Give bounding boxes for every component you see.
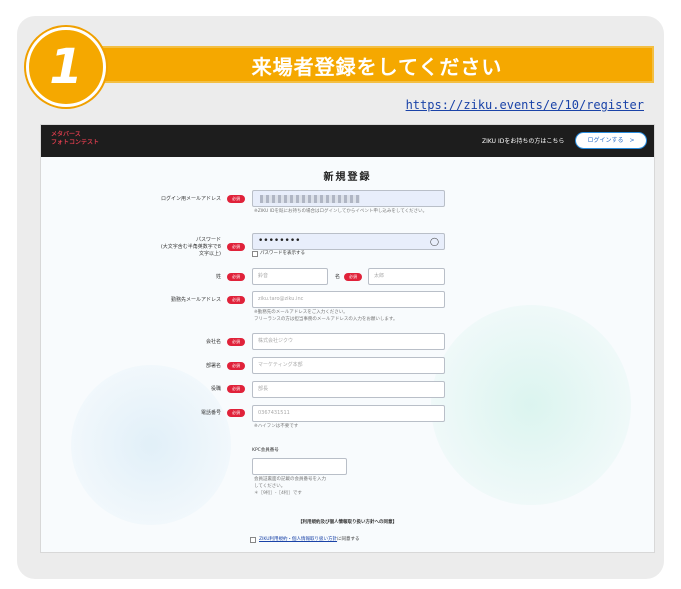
last-name-input[interactable]: 鈴音 <box>252 268 328 285</box>
department-input[interactable]: マーケティング本部 <box>252 357 445 374</box>
required-badge: 必須 <box>227 409 245 417</box>
terms-suffix: に同意する <box>337 537 360 542</box>
form-title: 新規登録 <box>323 172 372 183</box>
terms-agreement: ZIKU利用規約・個人情報取り扱い方針に同意する <box>259 537 360 543</box>
kpc-label: KPC会員番号 <box>252 448 279 453</box>
background-glow <box>431 305 631 505</box>
first-name-label: 名 <box>334 274 340 280</box>
register-url-link[interactable]: https://ziku.events/e/10/register <box>406 98 644 112</box>
work-email-hint: ※勤務先のメールアドレスをご入力ください。 <box>254 310 348 315</box>
password-label: パスワード <box>195 237 221 243</box>
kpc-hint: してください。 <box>254 484 286 489</box>
required-badge: 必須 <box>227 385 245 393</box>
last-name-label: 姓 <box>215 274 221 280</box>
required-badge: 必須 <box>344 273 362 281</box>
work-email-label: 勤務先メールアドレス <box>170 297 221 303</box>
kpc-hint: 会員証裏面の記載の会員番号を入力 <box>254 477 326 482</box>
step-title: 来場者登録をしてください <box>251 55 503 79</box>
masked-email <box>260 195 360 203</box>
site-logo[interactable]: メタバース フォトコンテスト <box>51 131 99 147</box>
phone-hint: ※ハイフンは不要です <box>254 424 299 429</box>
login-button[interactable]: ログインする > <box>575 132 647 149</box>
ziku-id-link[interactable]: ZIKU IDをお持ちの方はこちら <box>482 136 564 145</box>
show-password-label[interactable]: パスワードを表示する <box>260 251 305 257</box>
logo-line2: フォトコンテスト <box>51 139 100 146</box>
password-sublabel: (大文字含む半角英数字で8 <box>160 244 221 250</box>
company-input[interactable]: 株式会社ジクウ <box>252 333 445 350</box>
password-input[interactable]: •••••••• ◯ <box>252 233 445 250</box>
position-label: 役職 <box>210 386 221 392</box>
position-input[interactable]: 部長 <box>252 381 445 398</box>
step-banner: 来場者登録をしてください <box>100 46 654 83</box>
required-badge: 必須 <box>227 195 245 203</box>
step-number-badge: 1 <box>26 27 106 107</box>
phone-label: 電話番号 <box>200 410 221 416</box>
required-badge: 必須 <box>227 243 245 251</box>
eye-off-icon[interactable]: ◯ <box>430 237 439 247</box>
login-email-input[interactable] <box>252 190 445 207</box>
terms-link[interactable]: ZIKU利用規約・個人情報取り扱い方針 <box>259 537 337 542</box>
department-label: 部署名 <box>205 363 221 369</box>
site-header: メタバース フォトコンテスト ZIKU IDをお持ちの方はこちら ログインする … <box>41 125 654 157</box>
password-sublabel: 文字以上) <box>199 251 221 257</box>
password-value: •••••••• <box>258 236 301 246</box>
required-badge: 必須 <box>227 296 245 304</box>
kpc-hint: ＊［9桁］-［4桁］です <box>254 491 302 496</box>
logo-line1: メタバース <box>51 131 81 138</box>
company-label: 会社名 <box>205 339 221 345</box>
work-email-input[interactable]: ziku.taro@ziku.inc <box>252 291 445 308</box>
required-badge: 必須 <box>227 362 245 370</box>
terms-checkbox[interactable] <box>250 537 256 543</box>
phone-input[interactable]: 0367431511 <box>252 405 445 422</box>
login-email-label: ログイン用メールアドレス <box>160 196 221 202</box>
first-name-input[interactable]: 太郎 <box>368 268 445 285</box>
show-password-checkbox[interactable] <box>252 251 258 257</box>
required-badge: 必須 <box>227 273 245 281</box>
login-email-hint: ※ZIKU IDを既にお持ちの場合はログインしてからイベント申し込みをしてくださ… <box>254 209 428 214</box>
required-badge: 必須 <box>227 338 245 346</box>
kpc-input[interactable] <box>252 458 347 475</box>
registration-page-screenshot: メタバース フォトコンテスト ZIKU IDをお持ちの方はこちら ログインする … <box>40 124 655 553</box>
terms-heading: 【利用規約及び個人情報取り扱い方針への同意】 <box>298 520 397 525</box>
work-email-hint: フリーランスの方は担当事務のメールアドレスの入力をお願いします。 <box>254 317 398 322</box>
